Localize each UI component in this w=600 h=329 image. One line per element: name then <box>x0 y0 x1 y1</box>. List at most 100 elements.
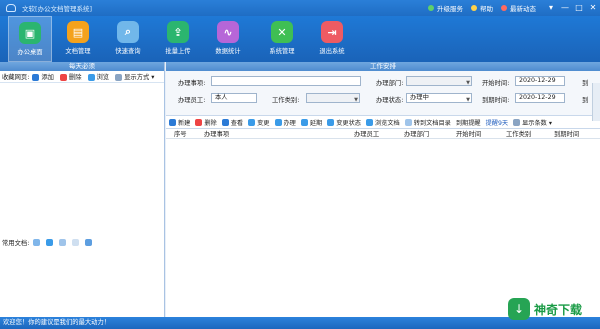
edit-icon[interactable] <box>59 239 67 246</box>
end-to-label: 到 <box>582 97 589 104</box>
tool-label: 快速查询 <box>115 48 141 55</box>
col-category[interactable]: 工作类别 <box>506 129 554 138</box>
tools-icon: ✕ <box>271 21 293 43</box>
upgrade-icon <box>428 5 434 11</box>
news-label: 最新动态 <box>510 5 536 13</box>
clock-icon <box>300 118 308 126</box>
category-label: 工作类别: <box>272 97 300 104</box>
upgrade-service-link[interactable]: 升级服务 <box>428 3 463 13</box>
filter-form: 办理事项: 办理部门: ▼ 开始时间: 2020-12-29 到 办理员工: 本… <box>166 71 600 121</box>
app-title: 文软[办公文档管理系统] <box>22 5 93 13</box>
extend-button[interactable]: 延期 <box>300 118 322 127</box>
due-reminder-button[interactable]: 到期提醒 <box>456 118 481 127</box>
news-icon <box>501 5 507 11</box>
col-staff[interactable]: 办理员工 <box>354 129 404 138</box>
staff-label: 办理员工: <box>178 97 206 104</box>
table-header: 序号 办理事项 办理员工 办理部门 开始时间 工作类别 到期时间 <box>166 129 600 139</box>
change-icon <box>248 118 256 126</box>
add-button[interactable]: 添加 <box>32 72 57 81</box>
left-pane-header: 每天必须 <box>0 62 164 71</box>
tool-label: 退出系统 <box>319 48 345 55</box>
maximize-button[interactable]: □ <box>572 1 586 15</box>
handle-icon <box>274 118 282 126</box>
right-pane: 工作安排 办理事项: 办理部门: ▼ 开始时间: 2020-12-29 到 办理… <box>166 62 600 317</box>
handle-button[interactable]: 办理 <box>274 118 296 127</box>
staff-input[interactable]: 本人 <box>211 93 257 103</box>
delete-button[interactable]: 删除 <box>195 118 217 127</box>
app-logo-icon <box>6 4 16 12</box>
favorites-label: 收藏网页: <box>2 74 30 81</box>
view-icon <box>221 118 229 126</box>
add-icon <box>32 73 40 81</box>
tool-label: 办公桌面 <box>17 49 43 56</box>
minimize-button[interactable]: — <box>558 1 572 15</box>
help-link[interactable]: 帮助 <box>471 3 493 13</box>
browse-button[interactable]: 浏览 <box>87 72 113 81</box>
exit-icon: ⇥ <box>321 21 343 43</box>
delete-button[interactable]: 删除 <box>59 72 85 81</box>
tool-document-management[interactable]: ▤ 文档管理 <box>56 16 100 62</box>
start-date-field[interactable]: 2020-12-29 <box>515 76 565 86</box>
tool-label: 数据统计 <box>215 48 241 55</box>
upload-icon: ⇪ <box>167 21 189 43</box>
col-end[interactable]: 到期时间 <box>554 129 594 138</box>
filter-scrollbar[interactable] <box>592 83 600 121</box>
change-status-button[interactable]: 变更状态 <box>327 118 361 127</box>
col-start[interactable]: 开始时间 <box>456 129 506 138</box>
search-icon: ⌕ <box>117 21 139 43</box>
change-button[interactable]: 变更 <box>248 118 270 127</box>
action-toolbar: 新建 删除 查看 变更 办理 延期 变更状态 浏览文档 转到文档目录 到期提醒 … <box>166 116 600 129</box>
tool-exit-system[interactable]: ⇥ 退出系统 <box>310 16 354 62</box>
view-button[interactable]: 查看 <box>221 118 243 127</box>
tool-label: 系统管理 <box>269 48 295 55</box>
col-index[interactable]: 序号 <box>174 129 204 138</box>
tool-data-statistics[interactable]: ∿ 数据统计 <box>206 16 250 62</box>
watermark: ↓ 神奇下载 <box>508 294 592 324</box>
title-bar-actions: 升级服务 帮助 最新动态 ▾ — □ ✕ <box>428 0 600 16</box>
col-item[interactable]: 办理事项 <box>204 129 354 138</box>
end-date-field[interactable]: 2020-12-29 <box>515 93 565 103</box>
item-input[interactable] <box>211 76 361 86</box>
category-select[interactable]: ▼ <box>306 93 360 103</box>
list-icon[interactable] <box>85 239 93 246</box>
folder-icon[interactable] <box>33 239 41 246</box>
browse-doc-button[interactable]: 浏览文档 <box>366 118 400 127</box>
new-icon <box>169 118 176 126</box>
help-label: 帮助 <box>480 5 493 13</box>
favorites-toolbar: 收藏网页: 添加 删除 浏览 显示方式 ▾ <box>0 71 164 83</box>
desktop-icon: ▣ <box>19 22 41 44</box>
document-icon[interactable] <box>72 239 80 246</box>
grid-icon <box>115 73 123 81</box>
browse-icon <box>87 73 95 81</box>
title-bar: 文软[办公文档管理系统] 升级服务 帮助 最新动态 ▾ — □ ✕ <box>0 0 600 16</box>
end-time-label: 到期时间: <box>482 97 510 104</box>
dept-label: 办理部门: <box>376 80 404 87</box>
view-icon[interactable] <box>46 239 54 246</box>
watermark-text: 神奇下载 <box>534 302 583 317</box>
common-docs-bar: 常用文档: <box>2 238 94 247</box>
remind-days: 提醒9天 <box>485 119 509 127</box>
goto-doc-dir-button[interactable]: 转到文档目录 <box>404 118 451 127</box>
status-icon <box>327 118 335 126</box>
item-label: 办理事项: <box>178 80 206 87</box>
close-button[interactable]: ✕ <box>586 1 600 15</box>
display-count-dropdown[interactable]: 显示条数 ▾ <box>513 118 552 127</box>
news-link[interactable]: 最新动态 <box>501 3 536 13</box>
dept-select[interactable]: ▼ <box>406 76 472 86</box>
folder-icon <box>404 118 412 126</box>
document-icon: ▤ <box>67 21 89 43</box>
display-mode-dropdown[interactable]: 显示方式 ▾ <box>115 72 157 81</box>
left-pane: 每天必须 收藏网页: 添加 删除 浏览 显示方式 ▾ 常用文档: <box>0 62 165 317</box>
new-button[interactable]: 新建 <box>169 118 190 127</box>
tool-office-desktop[interactable]: ▣ 办公桌面 <box>8 16 52 62</box>
tool-quick-search[interactable]: ⌕ 快速查询 <box>106 16 150 62</box>
main-toolbar: ▣ 办公桌面 ▤ 文档管理 ⌕ 快速查询 ⇪ 批量上传 ∿ 数据统计 ✕ 系统管理 ⇥ 退出系… <box>0 16 600 62</box>
menu-button[interactable]: ▾ <box>544 1 558 15</box>
col-dept[interactable]: 办理部门 <box>404 129 456 138</box>
start-time-label: 开始时间: <box>482 80 510 87</box>
help-icon <box>471 5 477 11</box>
chart-icon: ∿ <box>217 21 239 43</box>
tool-batch-upload[interactable]: ⇪ 批量上传 <box>156 16 200 62</box>
status-select[interactable]: 办理中 ▼ <box>406 93 472 103</box>
tool-system-management[interactable]: ✕ 系统管理 <box>260 16 304 62</box>
